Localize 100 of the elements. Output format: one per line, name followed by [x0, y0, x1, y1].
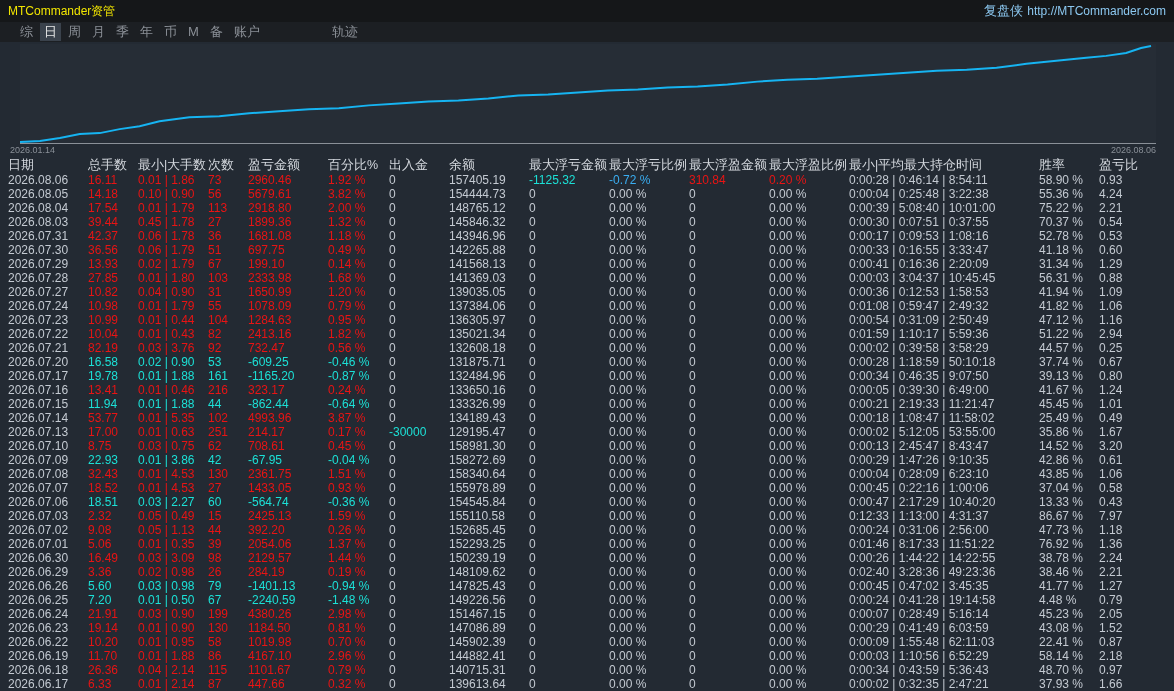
- table-cell-text: 2026.07.29: [8, 257, 70, 271]
- table-cell-text: 1.59 %: [328, 509, 367, 523]
- tab[interactable]: 年: [136, 22, 157, 41]
- table-cell-text: 52.78 %: [1039, 229, 1085, 243]
- table-cell-text: 0.06 | 1.78: [138, 229, 196, 243]
- table-cell-text: 310.84: [689, 173, 727, 187]
- table-cell-text: 0.00 %: [609, 439, 648, 453]
- table-cell-text: 8.75: [88, 439, 113, 453]
- tab[interactable]: 月: [88, 22, 109, 41]
- table-cell-text: 1650.99: [248, 285, 293, 299]
- table-cell-text: 0:00:41 | 0:16:36 | 2:20:09: [849, 257, 990, 271]
- table-cell-text: 2026.07.09: [8, 453, 70, 467]
- table-cell-text: 22.41 %: [1039, 635, 1085, 649]
- table-cell-text: 0.24 %: [328, 383, 367, 397]
- table-cell-text: 14.18: [88, 187, 120, 201]
- table-cell-text: 1899.36: [248, 215, 293, 229]
- table-cell-text: 6.33: [88, 677, 113, 691]
- table-cell-text: 0: [689, 243, 697, 257]
- table-cell-text: 0.00 %: [769, 285, 808, 299]
- table-cell-text: 0.14 %: [328, 257, 367, 271]
- website-link[interactable]: http://MTCommander.com: [1027, 1, 1166, 20]
- table-cell-text: 2413.16: [248, 327, 293, 341]
- table-cell-text: 0.95 %: [328, 313, 367, 327]
- table-cell-text: 1.67: [1099, 425, 1124, 439]
- table-cell-text: 2361.75: [248, 467, 293, 481]
- tab[interactable]: 备: [205, 22, 227, 41]
- table-cell-text: 0: [689, 285, 697, 299]
- tab[interactable]: 周: [64, 22, 85, 41]
- table-cell-text: 0: [689, 537, 697, 551]
- table-cell-text: 0.00 %: [769, 187, 808, 201]
- table-cell-text: 7.97: [1099, 509, 1124, 523]
- table-cell-text: 0.00 %: [609, 495, 648, 509]
- tab[interactable]: 账户: [229, 22, 264, 41]
- table-cell-text: 155978.89: [449, 481, 507, 495]
- tab[interactable]: M: [184, 22, 203, 41]
- table-cell-text: 0: [689, 523, 697, 537]
- table-cell-text: 0:00:04 | 0:28:09 | 6:23:10: [849, 467, 990, 481]
- tab[interactable]: 季: [112, 22, 133, 41]
- table-cell-text: 0: [529, 425, 537, 439]
- table-cell-text: 10.98: [88, 299, 120, 313]
- table-cell-text: 2026.06.18: [8, 663, 70, 677]
- table-cell-text: 0.00 %: [769, 607, 808, 621]
- table-cell-text: 0: [529, 215, 537, 229]
- table-cell-text: 0: [389, 481, 397, 495]
- table-cell-text: 2.05: [1099, 607, 1124, 621]
- table-cell-text: 0.00 %: [609, 509, 648, 523]
- tab[interactable]: 轨迹: [327, 22, 362, 41]
- table-cell-text: 0.05 | 0.49: [138, 509, 196, 523]
- table-cell-text: 2026.06.26: [8, 579, 70, 593]
- column-header: 出入金: [389, 158, 429, 173]
- table-cell-text: 2.98 %: [328, 607, 367, 621]
- tab[interactable]: 币: [160, 22, 181, 41]
- table-cell-text: 0.00 %: [609, 243, 648, 257]
- table-cell-text: 0: [689, 383, 697, 397]
- table-cell-text: 0: [529, 383, 537, 397]
- table-cell-text: 0: [529, 481, 537, 495]
- table-cell-text: 0.00 %: [769, 565, 808, 579]
- table-cell-text: 1.44 %: [328, 551, 367, 565]
- table-cell-text: 145846.32: [449, 215, 507, 229]
- table-cell-text: 43.85 %: [1039, 467, 1085, 481]
- table-cell-text: 11.70: [88, 649, 119, 663]
- table-cell-text: 0.00 %: [609, 187, 648, 201]
- tab[interactable]: 日: [40, 22, 61, 41]
- table-cell-text: 10.99: [88, 313, 120, 327]
- table-cell-text: 2054.06: [248, 537, 293, 551]
- table-cell-text: 0: [689, 649, 697, 663]
- table-cell-text: 14.52 %: [1039, 439, 1085, 453]
- table-cell-text: 0.00 %: [609, 257, 648, 271]
- table-cell-text: 0:00:45 | 0:47:02 | 3:45:35: [849, 579, 990, 593]
- table-cell-text: 58.90 %: [1039, 173, 1085, 187]
- table-cell-text: 0.00 %: [769, 299, 808, 313]
- table-cell-text: 0: [389, 383, 397, 397]
- table-cell-text: 0.19 %: [328, 565, 367, 579]
- table-cell-text: 0.87: [1099, 635, 1124, 649]
- table-cell-text: 2.18: [1099, 649, 1124, 663]
- column-header: 胜率: [1039, 158, 1066, 173]
- tab[interactable]: 综: [16, 22, 37, 41]
- table-cell-text: 0: [389, 635, 397, 649]
- table-cell-text: 0.00 %: [609, 229, 648, 243]
- table-cell-text: 2026.07.15: [8, 397, 70, 411]
- table-cell-text: 0: [689, 369, 697, 383]
- table-cell-text: -862.44: [248, 397, 290, 411]
- table-cell-text: 2026.07.28: [8, 271, 70, 285]
- table-cell-text: 42.86 %: [1039, 453, 1085, 467]
- table-cell-text: -0.04 %: [328, 453, 371, 467]
- table-cell-text: 2026.06.22: [8, 635, 70, 649]
- table-cell-text: 0: [689, 495, 697, 509]
- table-cell-text: 0:00:36 | 0:12:53 | 1:58:53: [849, 285, 990, 299]
- table-cell-text: 2026.07.14: [8, 411, 70, 425]
- table-cell-text: 0.54: [1099, 215, 1124, 229]
- table-cell-text: 133326.99: [449, 397, 507, 411]
- table-cell-text: 0: [529, 663, 537, 677]
- table-cell-text: 0: [689, 397, 697, 411]
- table-cell-text: 67: [208, 593, 223, 607]
- column-header: 最小|大手数: [138, 158, 208, 173]
- table-cell-text: 0.01 | 0.46: [138, 383, 196, 397]
- table-cell-text: 38.46 %: [1039, 565, 1085, 579]
- table-cell-text: 0: [689, 425, 697, 439]
- table-cell-text: 0.01 | 1.79: [138, 299, 196, 313]
- table-cell-text: 0: [389, 397, 397, 411]
